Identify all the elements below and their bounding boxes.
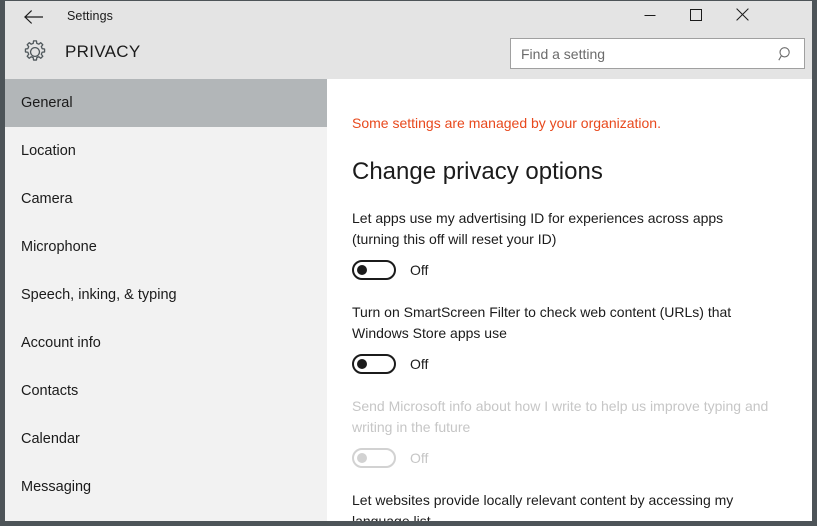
- toggle-knob: [357, 359, 367, 369]
- maximize-icon: [690, 8, 702, 26]
- minimize-icon: [644, 8, 656, 26]
- search-icon[interactable]: [772, 39, 800, 68]
- gear-icon: [19, 36, 51, 68]
- sidebar-item-label: Microphone: [21, 239, 97, 255]
- sidebar-item-label: Location: [21, 143, 76, 159]
- sidebar-item-calendar[interactable]: Calendar: [5, 415, 327, 463]
- sidebar-item-camera[interactable]: Camera: [5, 175, 327, 223]
- title-bar: Settings: [5, 1, 812, 33]
- page-title: PRIVACY: [65, 42, 141, 61]
- setting-advertising-id: Let apps use my advertising ID for exper…: [352, 208, 812, 280]
- setting-send-writing-info: Send Microsoft info about how I write to…: [352, 396, 812, 468]
- toggle-row: Off: [352, 354, 812, 374]
- back-button[interactable]: [13, 1, 53, 33]
- sidebar-item-label: Contacts: [21, 383, 79, 399]
- setting-language-list: Let websites provide locally relevant co…: [352, 490, 812, 521]
- minimize-button[interactable]: [627, 1, 673, 32]
- sidebar-item-general[interactable]: General: [5, 79, 327, 127]
- setting-label: Let apps use my advertising ID for exper…: [352, 210, 724, 247]
- toggle-state-label: Off: [410, 262, 429, 278]
- section-heading: Change privacy options: [352, 158, 603, 185]
- toggle-state-label: Off: [410, 450, 429, 466]
- toggle-knob: [357, 265, 367, 275]
- toggle-row: Off: [352, 448, 812, 468]
- smartscreen-filter-toggle[interactable]: [352, 354, 396, 374]
- maximize-button[interactable]: [673, 1, 719, 32]
- send-writing-info-toggle: [352, 448, 396, 468]
- setting-label: Turn on SmartScreen Filter to check web …: [352, 304, 732, 341]
- content-area: General Location Camera Microphone Speec…: [5, 79, 812, 521]
- window-title: Settings: [67, 9, 113, 23]
- sidebar-item-label: Speech, inking, & typing: [21, 287, 177, 303]
- sidebar-item-label: Account info: [21, 335, 101, 351]
- managed-by-organization-notice: Some settings are managed by your organi…: [352, 115, 661, 131]
- sidebar-item-messaging[interactable]: Messaging: [5, 463, 327, 511]
- sidebar-item-speech-inking-typing[interactable]: Speech, inking, & typing: [5, 271, 327, 319]
- page-header: PRIVACY: [5, 33, 812, 79]
- settings-sidebar: General Location Camera Microphone Speec…: [5, 79, 327, 521]
- settings-window: Settings PRIVACY Find a setting General …: [0, 0, 817, 526]
- sidebar-item-label: General: [21, 95, 73, 111]
- sidebar-item-contacts[interactable]: Contacts: [5, 367, 327, 415]
- toggle-row: Off: [352, 260, 812, 280]
- setting-label: Send Microsoft info about how I write to…: [352, 398, 769, 435]
- settings-main-pane: Some settings are managed by your organi…: [327, 79, 812, 521]
- sidebar-item-microphone[interactable]: Microphone: [5, 223, 327, 271]
- close-icon: [735, 7, 749, 26]
- search-box[interactable]: [510, 38, 805, 69]
- toggle-state-label: Off: [410, 356, 429, 372]
- sidebar-item-label: Messaging: [21, 479, 92, 495]
- sidebar-item-location[interactable]: Location: [5, 127, 327, 175]
- search-input[interactable]: [511, 39, 773, 68]
- sidebar-item-label: Calendar: [21, 431, 80, 447]
- sidebar-item-account-info[interactable]: Account info: [5, 319, 327, 367]
- sidebar-item-label: Camera: [21, 191, 73, 207]
- setting-label: Let websites provide locally relevant co…: [352, 492, 734, 521]
- back-arrow-icon: [23, 10, 43, 24]
- setting-smartscreen-filter: Turn on SmartScreen Filter to check web …: [352, 302, 812, 374]
- advertising-id-toggle[interactable]: [352, 260, 396, 280]
- toggle-knob: [357, 453, 367, 463]
- close-button[interactable]: [719, 1, 765, 32]
